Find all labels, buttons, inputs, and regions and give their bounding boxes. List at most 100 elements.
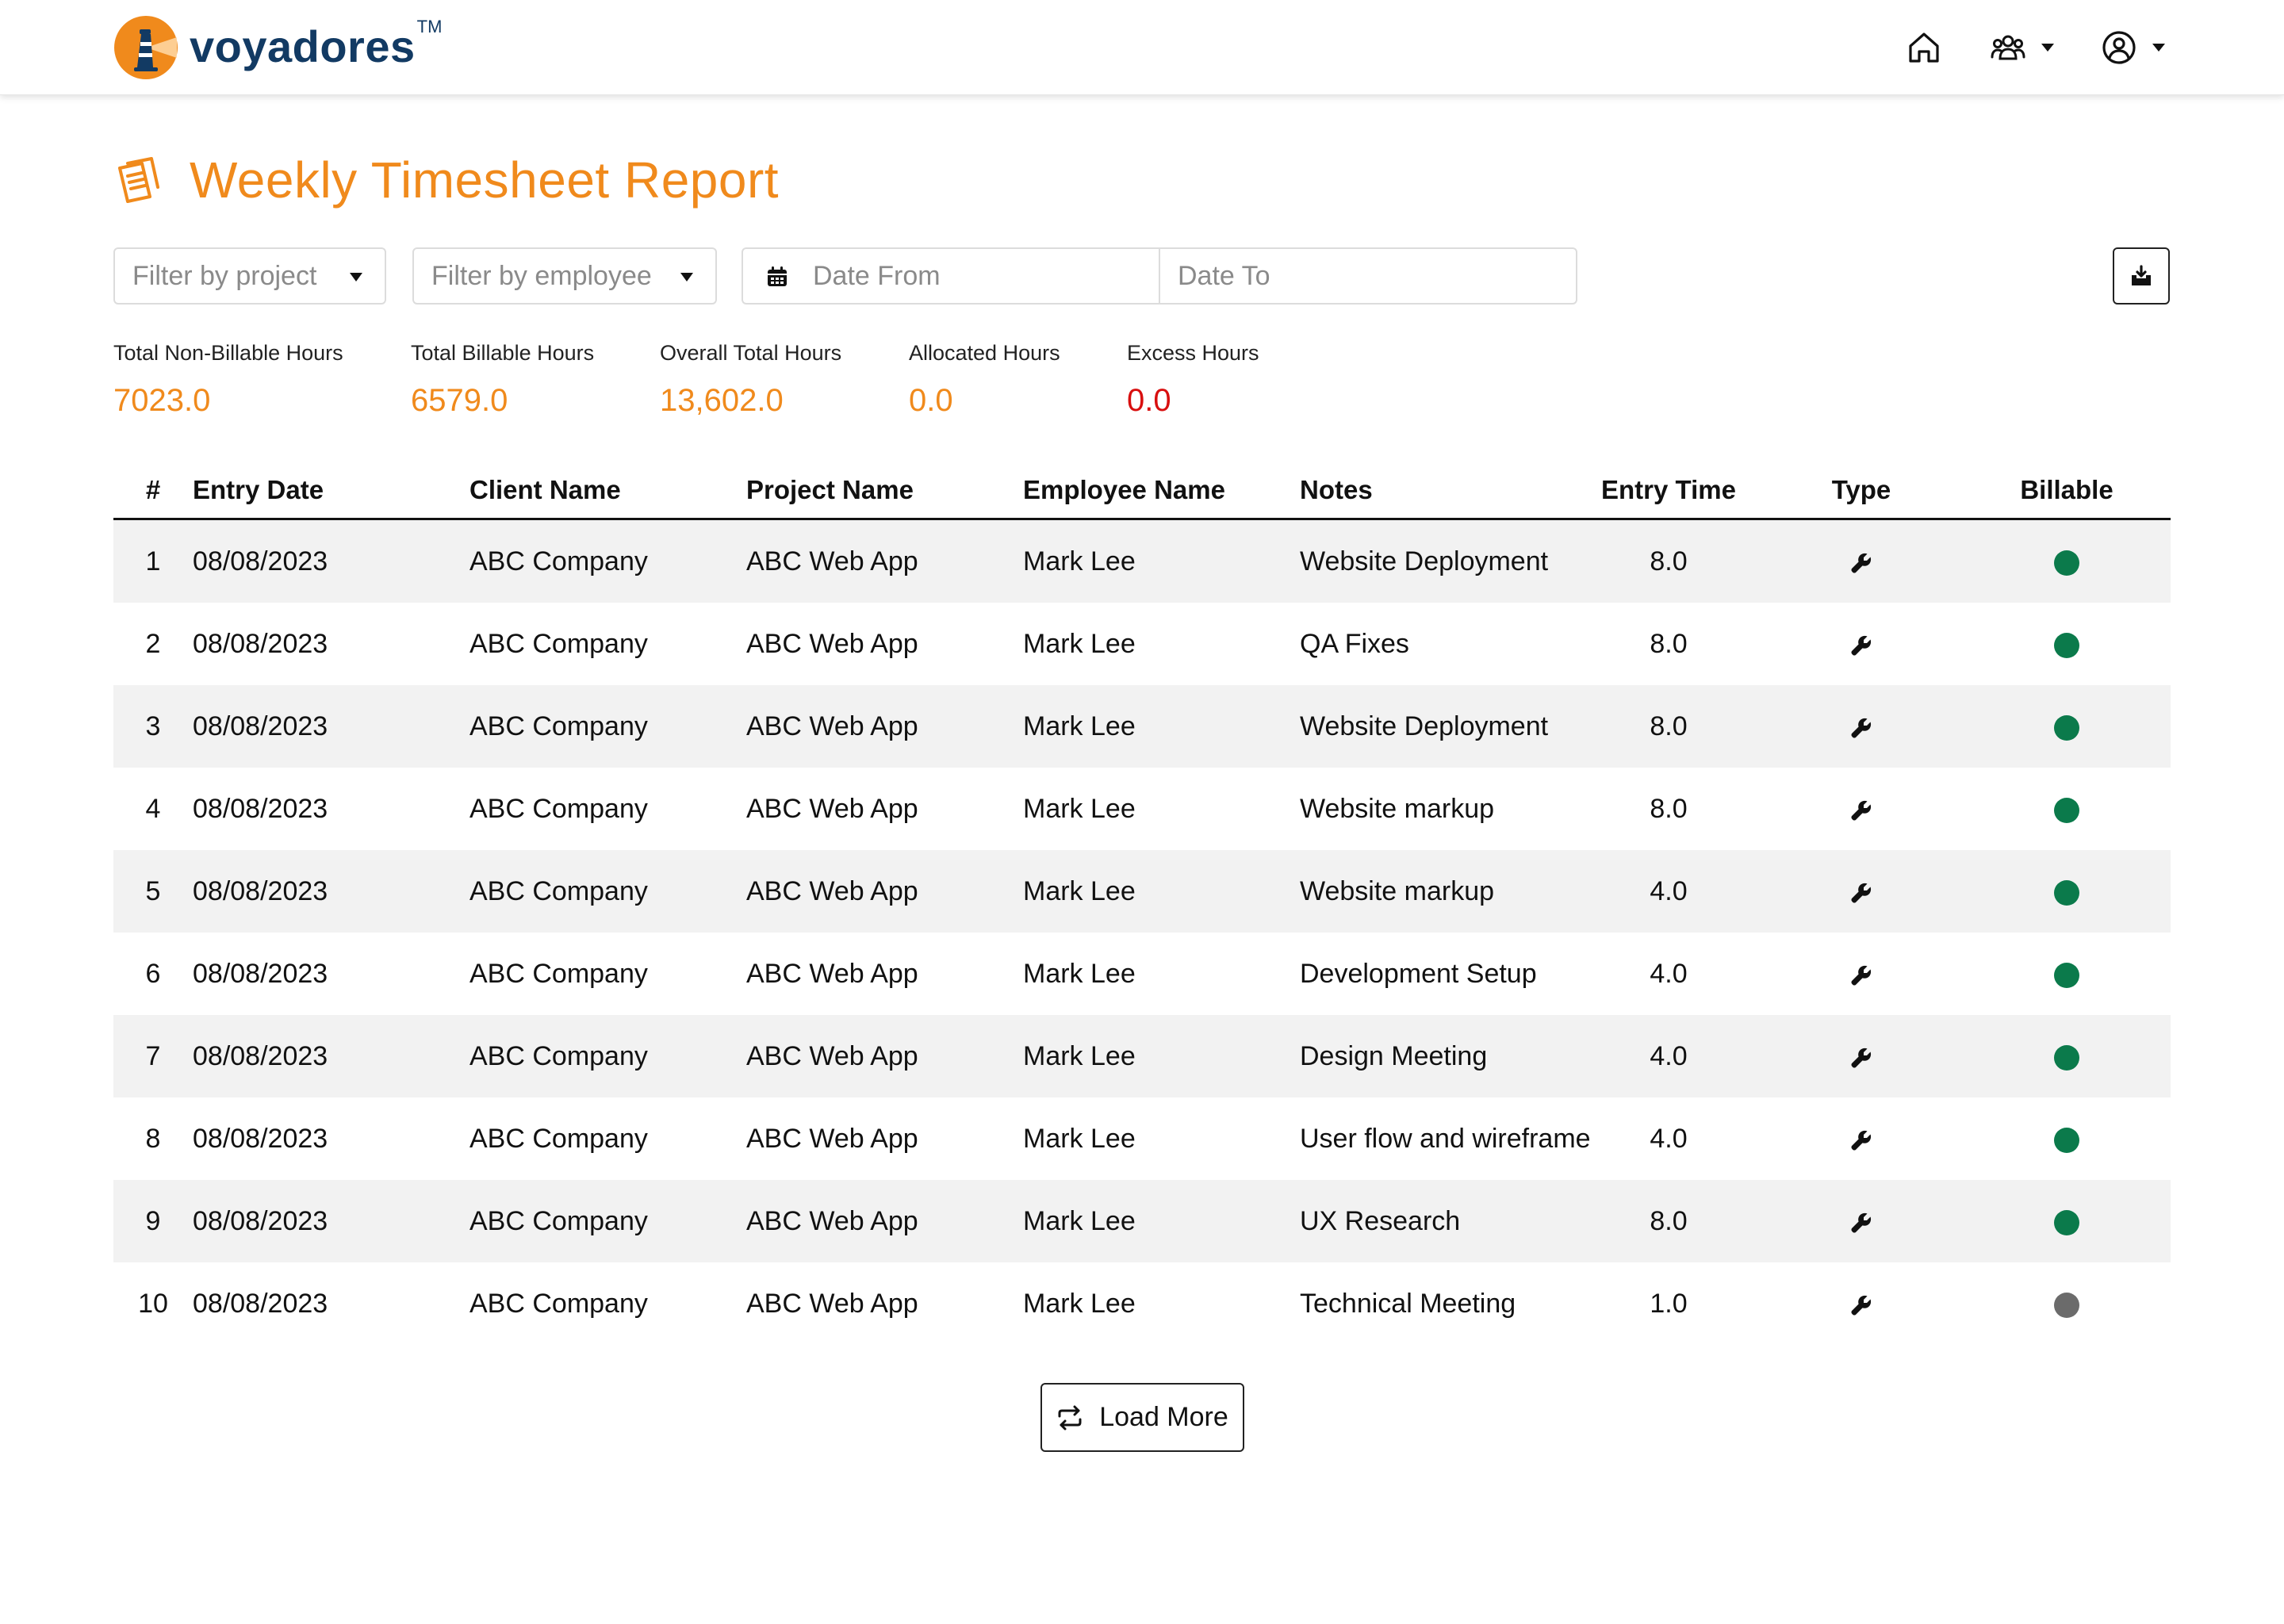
cell-employee-name: Mark Lee: [1023, 875, 1136, 906]
cell-number: 5: [145, 875, 161, 906]
table-row[interactable]: 8 08/08/2023 ABC Company ABC Web App Mark Le…: [113, 1097, 2171, 1180]
table-row[interactable]: 5 08/08/2023 ABC Company ABC Web App Mark Le…: [113, 850, 2171, 933]
load-more-button[interactable]: Load More: [1040, 1383, 1244, 1452]
billable-status-dot: [2054, 632, 2079, 658]
cell-type: [1760, 794, 1963, 825]
billable-status-dot: [2054, 879, 2079, 906]
stat-label: Allocated Hours: [909, 341, 1060, 365]
column-header-type[interactable]: Type: [1760, 475, 1963, 505]
cell-entry-date: 08/08/2023: [193, 1123, 328, 1154]
date-from-input[interactable]: Date From: [743, 249, 1160, 303]
table-body: 1 08/08/2023 ABC Company ABC Web App Mark Le…: [113, 520, 2171, 1345]
column-header-project-name[interactable]: Project Name: [746, 475, 1023, 505]
billable-status-dot: [2054, 1127, 2079, 1153]
cell-notes: Technical Meeting: [1300, 1288, 1516, 1319]
cell-number: 8: [145, 1123, 161, 1154]
wrench-icon: [1851, 965, 1872, 986]
cell-entry-time: 1.0: [1650, 1288, 1688, 1319]
wrench-icon: [1851, 553, 1872, 573]
project-filter-select[interactable]: Filter by project: [113, 247, 386, 304]
date-range-picker: Date From Date To: [742, 247, 1577, 304]
column-header-billable[interactable]: Billable: [1963, 475, 2171, 505]
table-row[interactable]: 10 08/08/2023 ABC Company ABC Web App Mark L…: [113, 1262, 2171, 1345]
project-filter-placeholder: Filter by project: [132, 260, 317, 291]
wrench-icon: [1851, 800, 1872, 821]
account-menu-button[interactable]: [2100, 29, 2165, 67]
download-tray-icon: [2132, 265, 2151, 285]
cell-employee-name: Mark Lee: [1023, 1123, 1136, 1154]
team-menu-button[interactable]: [1989, 29, 2054, 67]
cell-project-name: ABC Web App: [746, 710, 918, 741]
cell-entry-time: 8.0: [1650, 793, 1688, 824]
brand-logo[interactable]: voyadores TM: [113, 14, 442, 81]
table-row[interactable]: 3 08/08/2023 ABC Company ABC Web App Mark Le…: [113, 685, 2171, 768]
billable-status-dot: [2054, 1044, 2079, 1071]
cell-billable: [1963, 711, 2171, 742]
repeat-icon: [1058, 1405, 1082, 1430]
cell-entry-date: 08/08/2023: [193, 958, 328, 989]
cell-employee-name: Mark Lee: [1023, 628, 1136, 659]
cell-type: [1760, 1206, 1963, 1237]
table-row[interactable]: 1 08/08/2023 ABC Company ABC Web App Mark Le…: [113, 520, 2171, 603]
stat-billable: Total Billable Hours 6579.0: [411, 341, 594, 419]
cell-type: [1760, 1041, 1963, 1072]
load-more-label: Load More: [1099, 1402, 1228, 1432]
stat-value: 0.0: [1127, 383, 1171, 418]
stat-value: 7023.0: [113, 383, 211, 418]
cell-notes: Website markup: [1300, 793, 1495, 824]
date-to-placeholder: Date To: [1178, 260, 1270, 291]
cell-employee-name: Mark Lee: [1023, 1205, 1136, 1236]
stat-overall-total: Overall Total Hours 13,602.0: [660, 341, 841, 419]
cell-project-name: ABC Web App: [746, 875, 918, 906]
column-header-entry-date[interactable]: Entry Date: [193, 475, 469, 505]
cell-entry-time: 8.0: [1650, 546, 1688, 576]
cell-number: 10: [138, 1288, 168, 1319]
cell-project-name: ABC Web App: [746, 1123, 918, 1154]
cell-entry-date: 08/08/2023: [193, 1288, 328, 1319]
export-button[interactable]: [2113, 247, 2170, 304]
cell-type: [1760, 629, 1963, 660]
stat-value: 0.0: [909, 383, 953, 418]
chevron-down-icon: [680, 273, 693, 282]
cell-project-name: ABC Web App: [746, 1288, 918, 1319]
cell-employee-name: Mark Lee: [1023, 958, 1136, 989]
billable-status-dot: [2054, 714, 2079, 741]
cell-type: [1760, 1289, 1963, 1320]
stat-non-billable: Total Non-Billable Hours 7023.0: [113, 341, 343, 419]
column-header-employee-name[interactable]: Employee Name: [1023, 475, 1300, 505]
billable-status-dot: [2054, 550, 2079, 576]
cell-employee-name: Mark Lee: [1023, 546, 1136, 576]
cell-client-name: ABC Company: [469, 1205, 648, 1236]
table-row[interactable]: 9 08/08/2023 ABC Company ABC Web App Mark Le…: [113, 1180, 2171, 1262]
nav-actions: [1859, 29, 2165, 67]
cell-billable: [1963, 876, 2171, 907]
table-row[interactable]: 4 08/08/2023 ABC Company ABC Web App Mark Le…: [113, 768, 2171, 850]
wrench-icon: [1851, 1048, 1872, 1068]
date-to-input[interactable]: Date To: [1160, 249, 1576, 303]
documents-icon: [118, 157, 159, 203]
table-row[interactable]: 2 08/08/2023 ABC Company ABC Web App Mark Le…: [113, 603, 2171, 685]
cell-client-name: ABC Company: [469, 1123, 648, 1154]
table-row[interactable]: 7 08/08/2023 ABC Company ABC Web App Mark Le…: [113, 1015, 2171, 1097]
user-circle-icon: [2102, 31, 2136, 64]
column-header-client-name[interactable]: Client Name: [469, 475, 746, 505]
brand-name: voyadores: [190, 21, 416, 71]
column-header-number[interactable]: #: [113, 475, 193, 505]
date-from-placeholder: Date From: [813, 260, 941, 291]
cell-entry-date: 08/08/2023: [193, 1040, 328, 1071]
employee-filter-select[interactable]: Filter by employee: [412, 247, 717, 304]
cell-number: 9: [145, 1205, 161, 1236]
home-button[interactable]: [1905, 29, 1943, 67]
stat-label: Total Non-Billable Hours: [113, 341, 343, 365]
table-row[interactable]: 6 08/08/2023 ABC Company ABC Web App Mark Le…: [113, 933, 2171, 1015]
cell-project-name: ABC Web App: [746, 958, 918, 989]
column-header-notes[interactable]: Notes: [1300, 475, 1577, 505]
column-header-entry-time[interactable]: Entry Time: [1577, 475, 1760, 505]
stat-label: Total Billable Hours: [411, 341, 595, 365]
cell-notes: Website markup: [1300, 875, 1495, 906]
cell-entry-date: 08/08/2023: [193, 628, 328, 659]
cell-project-name: ABC Web App: [746, 793, 918, 824]
stat-label: Excess Hours: [1127, 341, 1259, 365]
cell-billable: [1963, 1124, 2171, 1155]
wrench-icon: [1851, 718, 1872, 738]
